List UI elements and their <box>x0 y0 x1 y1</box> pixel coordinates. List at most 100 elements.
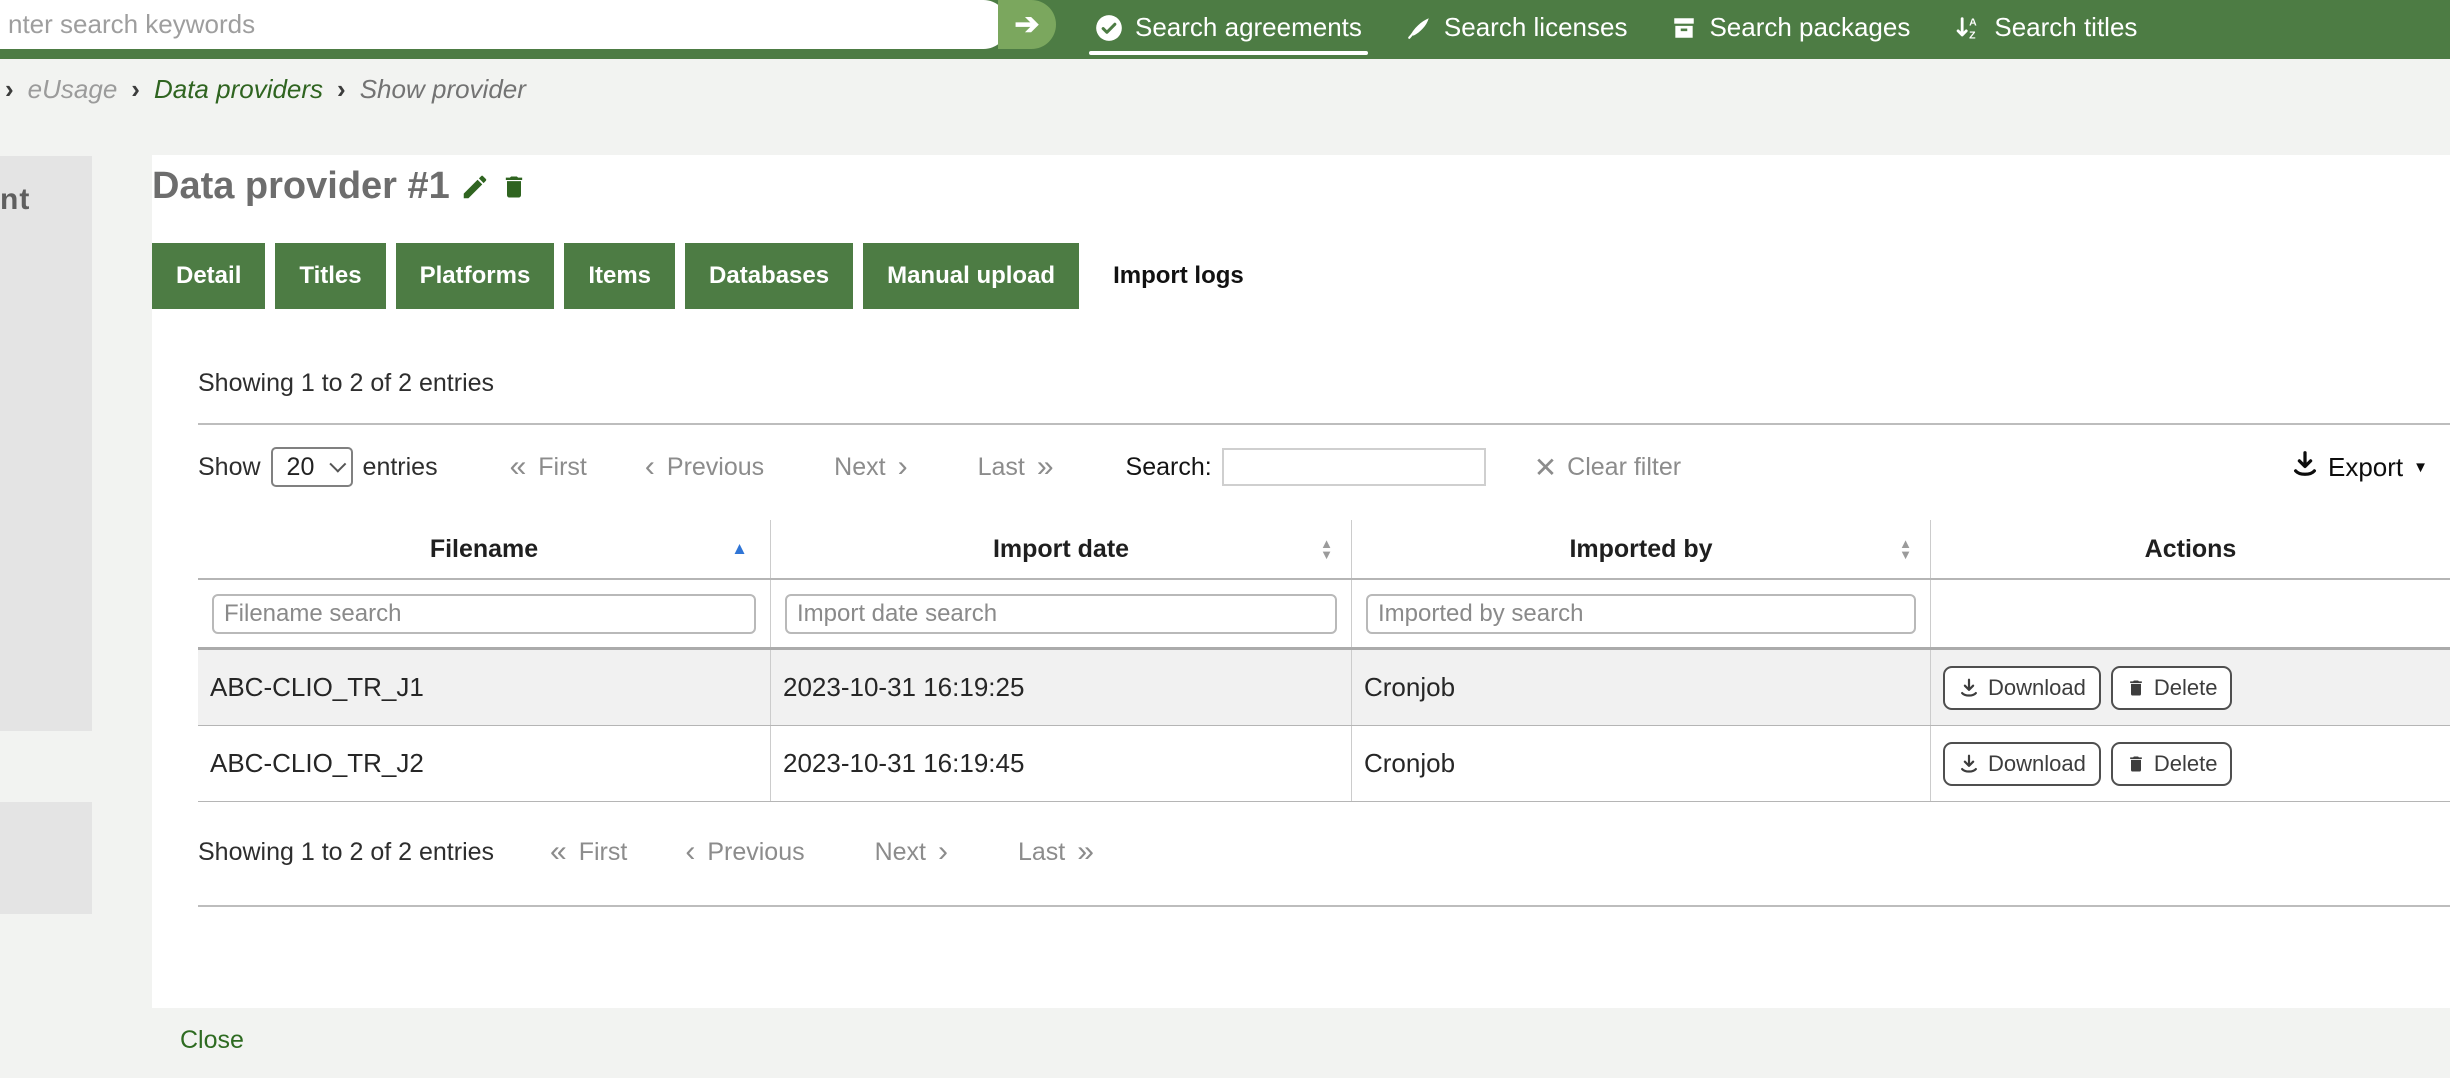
divider <box>198 423 2450 425</box>
cell-import-date: 2023-10-31 16:19:25 <box>771 650 1352 725</box>
clear-filter-label: Clear filter <box>1567 453 1681 482</box>
download-icon <box>1958 753 1980 775</box>
cell-actions: Download Delete <box>1931 726 2450 801</box>
table-row: ABC-CLIO_TR_J2 2023-10-31 16:19:45 Cronj… <box>198 726 2450 802</box>
double-chevron-left-icon: « <box>510 452 527 482</box>
page-size-value: 20 <box>287 453 315 482</box>
next-page-label: Next <box>834 453 885 482</box>
filename-filter-input[interactable] <box>212 594 756 634</box>
previous-page-label: Previous <box>667 453 764 482</box>
breadcrumb-chevron-icon: › <box>131 74 140 105</box>
close-icon: ✕ <box>1534 451 1557 484</box>
cell-filename: ABC-CLIO_TR_J2 <box>198 726 771 801</box>
download-icon <box>1958 677 1980 699</box>
double-chevron-right-icon: » <box>1037 452 1054 482</box>
column-header-filename[interactable]: Filename ▲ <box>198 520 771 578</box>
breadcrumb-data-providers[interactable]: Data providers <box>154 74 323 105</box>
tab-databases[interactable]: Databases <box>685 243 853 309</box>
last-page-button[interactable]: Last » <box>978 452 1054 482</box>
topnav-search-packages[interactable]: Search packages <box>1671 0 1910 59</box>
delete-button[interactable]: Delete <box>2111 666 2233 710</box>
last-page-button[interactable]: Last » <box>1018 837 1094 867</box>
cell-import-date: 2023-10-31 16:19:45 <box>771 726 1352 801</box>
breadcrumb-eusage[interactable]: eUsage <box>28 74 118 105</box>
provider-tabs: Detail Titles Platforms Items Databases … <box>152 243 1268 309</box>
delete-button[interactable]: Delete <box>2111 742 2233 786</box>
cell-filename: ABC-CLIO_TR_J1 <box>198 650 771 725</box>
cell-imported-by: Cronjob <box>1352 726 1931 801</box>
tab-items[interactable]: Items <box>564 243 675 309</box>
next-page-label: Next <box>875 838 926 867</box>
first-page-button[interactable]: « First <box>510 452 587 482</box>
sidebar-text-fragment: nt <box>0 183 92 217</box>
imported-by-filter-input[interactable] <box>1366 594 1916 634</box>
topnav-label: Search packages <box>1709 12 1910 43</box>
search-submit-button[interactable]: ➔ <box>998 0 1056 49</box>
svg-text:A: A <box>1970 16 1978 28</box>
topnav-label: Search licenses <box>1444 12 1628 43</box>
next-page-button[interactable]: Next › <box>834 452 907 482</box>
divider <box>198 905 2450 907</box>
table-row: ABC-CLIO_TR_J1 2023-10-31 16:19:25 Cronj… <box>198 650 2450 726</box>
top-search-bar: ➔ Search agreements Search licenses Sear… <box>0 0 2450 59</box>
trash-icon <box>500 173 528 201</box>
breadcrumb-chevron-icon: › <box>5 74 14 105</box>
caret-down-icon: ▼ <box>2413 459 2428 476</box>
close-button[interactable]: Close <box>180 1026 244 1055</box>
entries-summary-top: Showing 1 to 2 of 2 entries <box>198 369 494 398</box>
edit-provider-button[interactable] <box>460 172 490 202</box>
download-button[interactable]: Download <box>1943 666 2101 710</box>
sort-both-icon: ▲ ▼ <box>1899 538 1912 560</box>
page-title: Data provider #1 <box>152 165 450 208</box>
chevron-right-icon: › <box>938 837 948 867</box>
tab-import-logs[interactable]: Import logs <box>1089 243 1268 309</box>
cell-imported-by: Cronjob <box>1352 650 1931 725</box>
breadcrumb-show-provider: Show provider <box>360 74 526 105</box>
table-footer: Showing 1 to 2 of 2 entries « First ‹ Pr… <box>198 837 1094 867</box>
chevron-down-icon <box>329 456 346 473</box>
download-label: Download <box>1988 751 2086 777</box>
cell-actions: Download Delete <box>1931 650 2450 725</box>
entries-summary-bottom: Showing 1 to 2 of 2 entries <box>198 838 494 867</box>
download-button[interactable]: Download <box>1943 742 2101 786</box>
tab-detail[interactable]: Detail <box>152 243 265 309</box>
topnav-search-agreements[interactable]: Search agreements <box>1095 0 1362 59</box>
previous-page-button[interactable]: ‹ Previous <box>645 452 764 482</box>
breadcrumb-chevron-icon: › <box>337 74 346 105</box>
last-page-label: Last <box>978 453 1025 482</box>
next-page-button[interactable]: Next › <box>875 837 948 867</box>
tab-platforms[interactable]: Platforms <box>396 243 555 309</box>
last-page-label: Last <box>1018 838 1065 867</box>
search-input[interactable] <box>0 0 1008 49</box>
import-date-filter-input[interactable] <box>785 594 1337 634</box>
previous-page-button[interactable]: ‹ Previous <box>685 837 804 867</box>
sort-both-icon: ▲ ▼ <box>1320 538 1333 560</box>
topnav-label: Search titles <box>1994 12 2137 43</box>
check-circle-icon <box>1095 14 1123 42</box>
column-header-import-date[interactable]: Import date ▲ ▼ <box>771 520 1352 578</box>
clear-filter-button[interactable]: ✕ Clear filter <box>1534 451 1681 484</box>
show-label: Show <box>198 453 261 482</box>
entries-label: entries <box>363 453 438 482</box>
table-search-input[interactable] <box>1222 448 1486 486</box>
export-button[interactable]: Export ▼ <box>2290 449 2428 486</box>
breadcrumb: › eUsage › Data providers › Show provide… <box>5 74 526 105</box>
svg-text:Z: Z <box>1970 29 1977 41</box>
column-header-imported-by[interactable]: Imported by ▲ ▼ <box>1352 520 1931 578</box>
chevron-left-icon: ‹ <box>685 837 695 867</box>
tab-manual-upload[interactable]: Manual upload <box>863 243 1079 309</box>
delete-label: Delete <box>2154 675 2218 701</box>
import-logs-table: Filename ▲ Import date ▲ ▼ Imported by ▲… <box>198 520 2450 802</box>
page-size-select[interactable]: 20 <box>271 447 353 487</box>
first-page-button[interactable]: « First <box>550 837 627 867</box>
topnav-search-titles[interactable]: AZ Search titles <box>1954 0 2137 59</box>
topnav-search-licenses[interactable]: Search licenses <box>1406 0 1628 59</box>
delete-provider-button[interactable] <box>500 173 528 201</box>
tab-titles[interactable]: Titles <box>275 243 385 309</box>
trash-icon <box>2126 678 2146 698</box>
column-label: Imported by <box>1569 535 1712 564</box>
data-provider-panel: Data provider #1 Detail Titles Platforms… <box>152 155 2450 1008</box>
double-chevron-right-icon: » <box>1077 837 1094 867</box>
arrow-right-icon: ➔ <box>1014 7 1039 42</box>
package-icon <box>1671 15 1697 41</box>
